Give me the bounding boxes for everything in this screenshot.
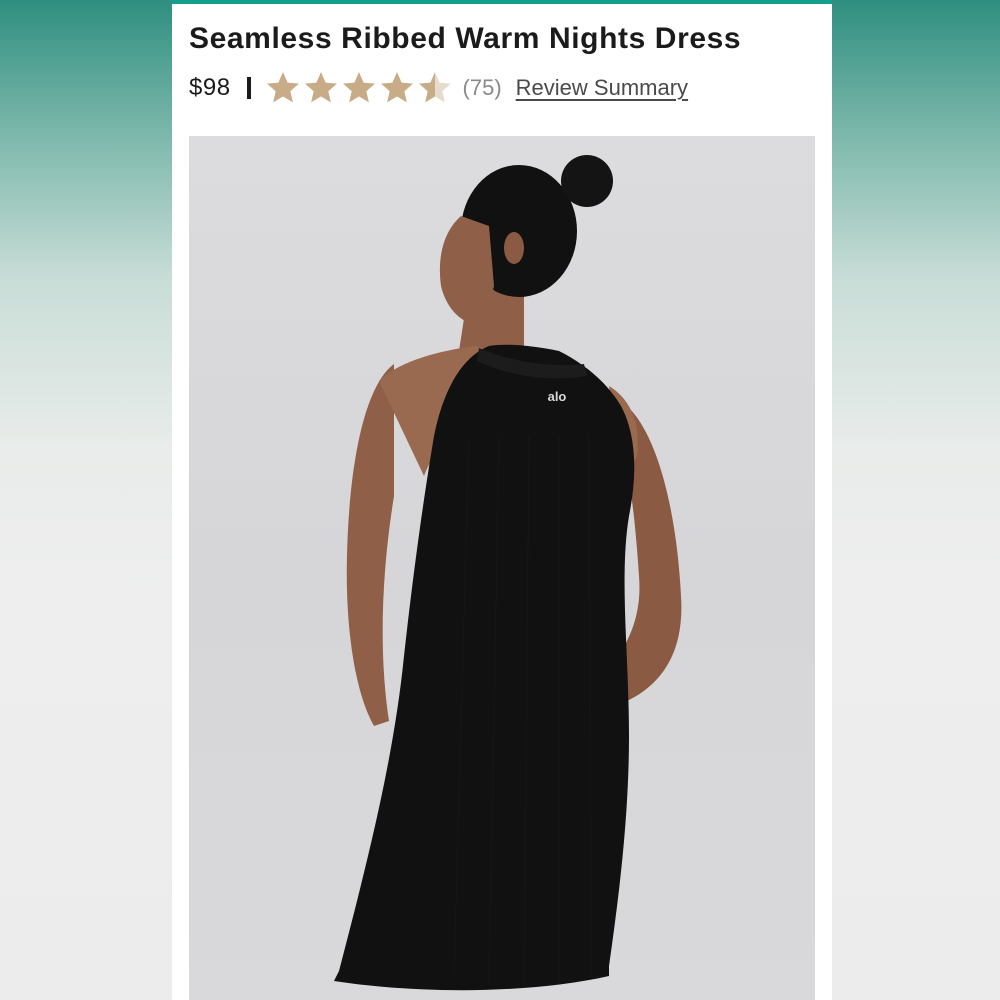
rating-stars[interactable] [265, 70, 453, 106]
review-summary-link[interactable]: Review Summary [516, 75, 688, 101]
accent-bar [172, 0, 832, 4]
divider [246, 77, 251, 99]
half-star-icon [417, 70, 453, 106]
brand-logo: alo [548, 389, 567, 404]
product-card: Seamless Ribbed Warm Nights Dress $98 (7… [172, 0, 832, 1000]
product-meta: $98 (75) Review Summary [189, 66, 829, 110]
star-icon [265, 70, 301, 106]
background-right [832, 0, 1000, 1000]
review-count: (75) [462, 75, 502, 100]
product-price: $98 [189, 74, 231, 101]
product-title: Seamless Ribbed Warm Nights Dress [189, 22, 742, 55]
star-icon [379, 70, 415, 106]
model-photo-illustration: alo [334, 155, 682, 991]
background-left [0, 0, 172, 1000]
star-icon [341, 70, 377, 106]
star-icon [303, 70, 339, 106]
product-image[interactable]: alo [189, 136, 815, 1000]
